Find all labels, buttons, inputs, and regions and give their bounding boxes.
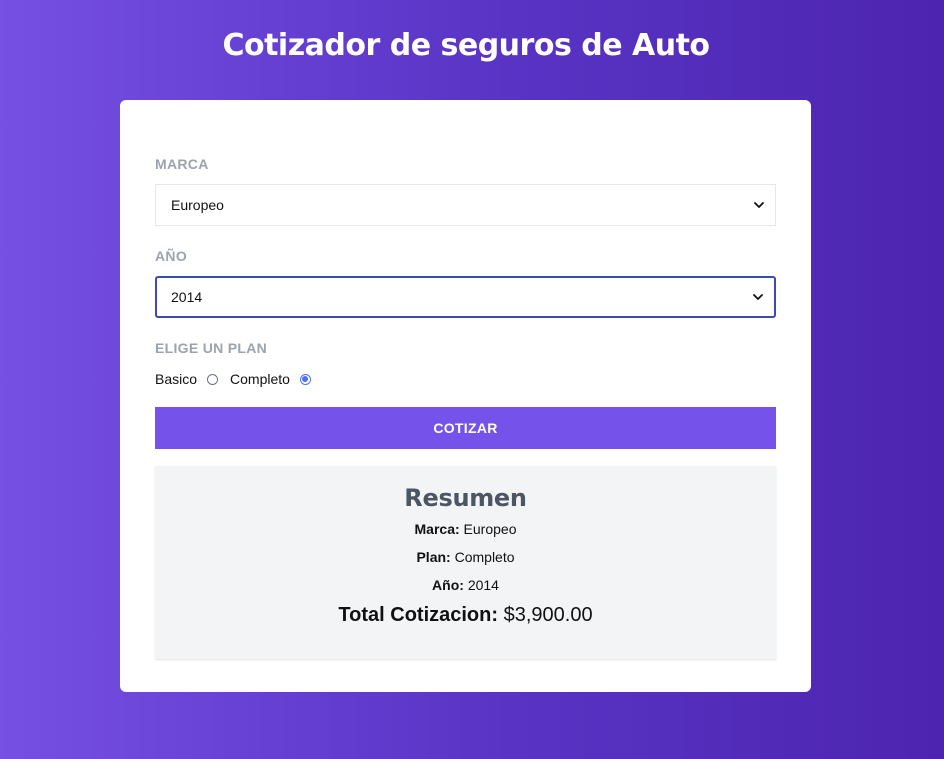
summary-total-label: Total Cotizacion: bbox=[338, 604, 499, 626]
marca-select-value: Europeo bbox=[171, 197, 224, 213]
summary-marca-label: Marca: bbox=[414, 521, 460, 537]
summary-marca: Marca: Europeo bbox=[155, 518, 776, 546]
summary-marca-value: Europeo bbox=[463, 521, 517, 537]
anio-label: Año bbox=[155, 248, 188, 264]
chevron-down-icon bbox=[754, 202, 764, 208]
page-title: Cotizador de seguros de Auto bbox=[222, 28, 710, 63]
plan-radio-group: Basico Completo bbox=[155, 370, 776, 388]
summary-plan-label: Plan: bbox=[416, 549, 451, 565]
summary-panel: Resumen Marca: Europeo Plan: Completo Añ… bbox=[155, 466, 776, 659]
plan-option-completo-radio[interactable] bbox=[299, 373, 311, 385]
chevron-down-icon bbox=[753, 294, 763, 300]
summary-plan-value: Completo bbox=[454, 549, 515, 565]
marca-label: Marca bbox=[155, 156, 209, 172]
quote-form-card: Marca Europeo Año 2014 Elige un Plan Bas… bbox=[120, 100, 811, 692]
summary-total: Total Cotizacion: $3,900.00 bbox=[155, 604, 776, 627]
plan-option-basico-radio[interactable] bbox=[207, 373, 219, 385]
summary-total-value: $3,900.00 bbox=[503, 604, 593, 626]
plan-label: Elige un Plan bbox=[155, 340, 268, 356]
anio-select-value: 2014 bbox=[171, 289, 203, 305]
anio-select[interactable]: 2014 bbox=[155, 276, 776, 318]
plan-option-completo-label: Completo bbox=[230, 371, 290, 387]
summary-anio-label: Año: bbox=[432, 577, 464, 593]
summary-plan: Plan: Completo bbox=[155, 546, 776, 574]
summary-title: Resumen bbox=[404, 484, 527, 512]
summary-anio-value: 2014 bbox=[467, 577, 499, 593]
plan-option-basico-label: Basico bbox=[155, 371, 198, 387]
marca-select[interactable]: Europeo bbox=[155, 184, 776, 226]
cotizar-button[interactable]: Cotizar bbox=[155, 407, 776, 449]
summary-anio: Año: 2014 bbox=[155, 574, 776, 602]
